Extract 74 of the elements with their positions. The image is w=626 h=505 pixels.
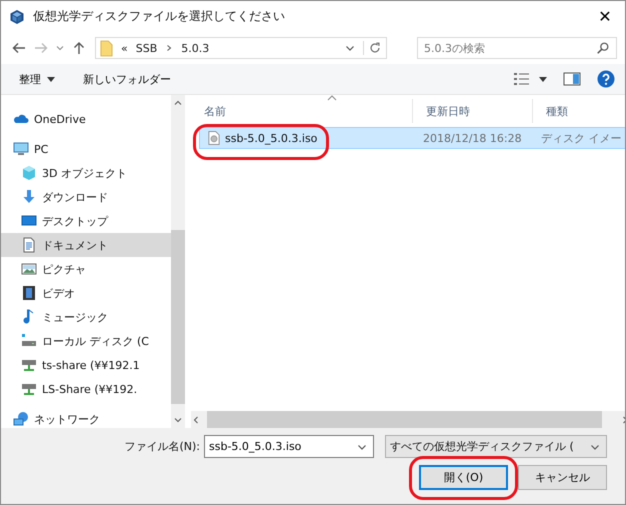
document-icon <box>21 237 37 253</box>
dropdown-icon[interactable] <box>345 43 355 53</box>
nav-item[interactable]: デスクトップ <box>1 209 171 233</box>
help-icon[interactable] <box>597 70 615 88</box>
search-icon <box>596 41 610 55</box>
nav-item[interactable]: OneDrive <box>1 107 171 131</box>
cancel-button[interactable]: キャンセル <box>518 465 607 490</box>
filename-field[interactable]: ssb-5.0_5.0.3.iso <box>204 435 374 458</box>
network-icon <box>13 411 29 427</box>
nav-label: 3D オブジェクト <box>42 166 127 180</box>
caret-icon <box>47 76 55 82</box>
dropdown-icon[interactable] <box>55 43 65 53</box>
table-cell-text: 2018/12/18 16:28 <box>422 130 523 146</box>
nav-label: OneDrive <box>34 112 86 126</box>
column-header[interactable]: 更新日時 <box>413 99 533 123</box>
nav-label: LS-Share (¥¥192. <box>42 382 138 396</box>
scroll-down-icon[interactable] <box>173 415 183 425</box>
nav-label: ダウンロード <box>42 190 108 204</box>
nav-item[interactable]: ローカル ディスク (C <box>1 329 171 353</box>
column-header[interactable]: 名前 <box>191 99 413 123</box>
app-icon <box>9 8 25 24</box>
nav-item[interactable]: ネットワーク <box>1 407 171 428</box>
nav-item[interactable]: 3D オブジェクト <box>1 161 171 185</box>
network-drive-icon <box>21 357 37 373</box>
drive-icon <box>21 333 37 349</box>
nav-label: ネットワーク <box>34 412 100 426</box>
nav-item[interactable]: ts-share (¥¥192.1 <box>1 353 171 377</box>
caret-icon[interactable] <box>539 76 547 82</box>
search-field[interactable]: 5.0.3の検索 <box>417 37 617 59</box>
scroll-left-icon[interactable] <box>191 414 201 424</box>
breadcrumb[interactable]: SSB <box>136 42 158 54</box>
overflow-chevron[interactable]: « <box>121 42 128 54</box>
column-header[interactable]: 種類 <box>533 99 625 123</box>
nav-item[interactable]: ダウンロード <box>1 185 171 209</box>
nav-item[interactable]: ミュージック <box>1 305 171 329</box>
organize-button[interactable]: 整理 <box>13 68 61 90</box>
monitor-icon <box>13 141 29 157</box>
folder-icon <box>100 40 113 56</box>
close-button[interactable]: ✕ <box>585 1 625 32</box>
view-options-icon[interactable] <box>513 72 531 86</box>
file-row[interactable]: ssb-5.0_5.0.3.iso 2018/12/18 16:28 ディスク イメー <box>199 127 625 149</box>
cube-icon <box>21 165 37 181</box>
open-button[interactable]: 開く(O) <box>419 465 508 490</box>
nav-label: ローカル ディスク (C <box>42 334 149 348</box>
window-title: 仮想光学ディスクファイルを選択してください <box>33 8 286 25</box>
preview-pane-icon[interactable] <box>563 72 581 86</box>
nav-label: PC <box>34 142 48 156</box>
address-bar[interactable]: « SSB 5.0.3 <box>95 37 387 59</box>
chevron-icon[interactable] <box>165 44 174 52</box>
nav-label: ビデオ <box>42 286 75 300</box>
table-cell-text: ディスク イメー <box>540 130 622 146</box>
vertical-scrollbar[interactable] <box>171 95 185 428</box>
nav-label: ts-share (¥¥192.1 <box>42 358 140 372</box>
nav-item[interactable]: LS-Share (¥¥192. <box>1 377 171 401</box>
picture-icon <box>21 261 37 277</box>
nav-item[interactable]: PC <box>1 137 171 161</box>
nav-label: ドキュメント <box>42 238 108 252</box>
nav-label: デスクトップ <box>42 214 108 228</box>
network-drive-icon <box>21 381 37 397</box>
disc-file-icon <box>208 131 220 145</box>
new-folder-button[interactable]: 新しいフォルダー <box>77 68 177 90</box>
nav-item[interactable]: ビデオ <box>1 281 171 305</box>
scroll-thumb[interactable] <box>171 230 185 404</box>
filename-input[interactable]: ssb-5.0_5.0.3.iso <box>205 439 351 454</box>
nav-item[interactable]: ピクチャ <box>1 257 171 281</box>
nav-item[interactable]: ドキュメント <box>1 233 171 257</box>
film-icon <box>21 285 37 301</box>
nav-label: ミュージック <box>42 310 108 324</box>
file-name: ssb-5.0_5.0.3.iso <box>225 132 318 144</box>
nav-label: ピクチャ <box>42 262 86 276</box>
filename-label: ファイル名(N): <box>124 439 200 454</box>
download-arrow-icon <box>21 189 37 205</box>
breadcrumb[interactable]: 5.0.3 <box>181 42 210 54</box>
file-type-dropdown[interactable]: すべての仮想光学ディスクファイル ( <box>385 435 607 458</box>
